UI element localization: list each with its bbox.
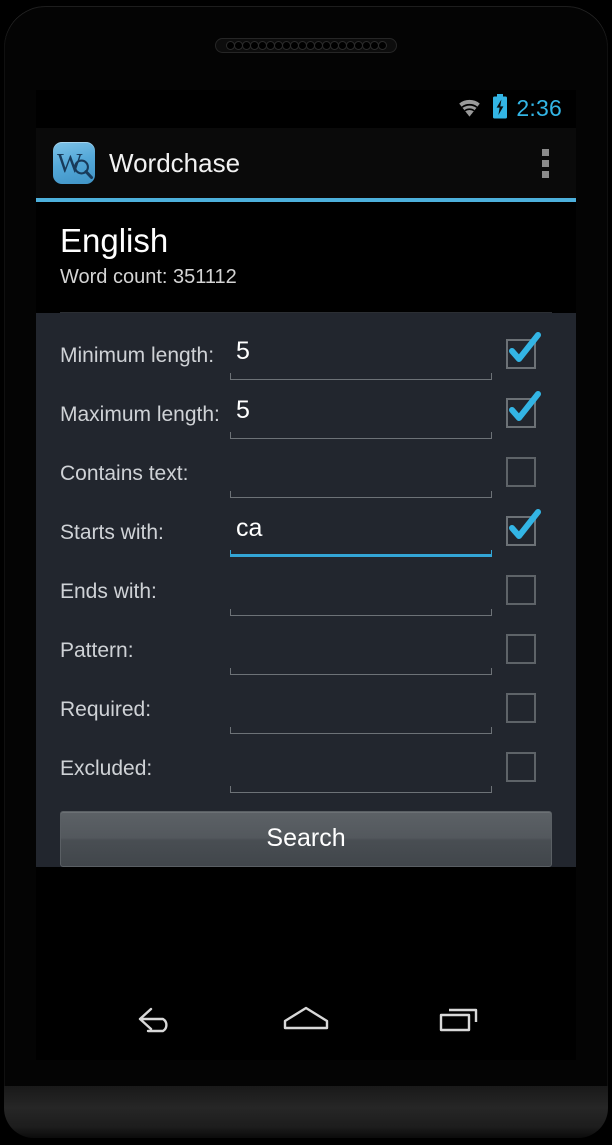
back-arrow-icon[interactable] <box>114 989 192 1049</box>
input-underline <box>230 608 492 616</box>
enable-checkbox[interactable] <box>506 390 541 428</box>
field-label: Starts with: <box>60 520 164 544</box>
text-input-value <box>230 626 492 656</box>
field-label: Ends with: <box>60 579 157 603</box>
enable-checkbox[interactable] <box>506 751 536 782</box>
form-row: Required: <box>36 685 576 744</box>
text-input[interactable] <box>230 626 492 675</box>
action-bar: W Wordchase <box>36 128 576 198</box>
recent-apps-icon[interactable] <box>420 989 498 1049</box>
field-label: Contains text: <box>60 461 189 485</box>
field-label: Pattern: <box>60 638 134 662</box>
search-form: Minimum length: 5 Maximum length: 5 Contains… <box>36 312 576 867</box>
field-label: Excluded: <box>60 756 153 780</box>
field-label: Minimum length: <box>60 343 215 367</box>
phone-screen: 2:36 W Wordchase English Word count: 351… <box>36 90 576 978</box>
phone-device: 2:36 W Wordchase English Word count: 351… <box>0 0 612 1145</box>
form-row: Maximum length: 5 <box>36 390 576 449</box>
text-input[interactable] <box>230 744 492 793</box>
enable-checkbox[interactable] <box>506 574 536 605</box>
wordchase-app-icon: W <box>53 142 95 184</box>
input-underline <box>230 785 492 793</box>
input-underline <box>230 431 492 439</box>
enable-checkbox[interactable] <box>506 633 536 664</box>
form-row: Excluded: <box>36 744 576 803</box>
text-input[interactable] <box>230 567 492 616</box>
status-bar: 2:36 <box>36 90 576 128</box>
text-input-value: 5 <box>236 336 250 361</box>
status-bar-clock: 2:36 <box>516 94 562 121</box>
form-row: Contains text: <box>36 449 576 508</box>
search-button[interactable]: Search <box>60 810 552 867</box>
home-icon[interactable] <box>267 989 345 1049</box>
input-underline <box>230 549 492 557</box>
input-underline <box>230 726 492 734</box>
form-row: Pattern: <box>36 626 576 685</box>
app-title: Wordchase <box>109 148 241 178</box>
search-button-wrap: Search <box>36 803 576 867</box>
text-input-value <box>230 449 492 479</box>
phone-chin <box>4 1086 608 1138</box>
input-underline <box>230 372 492 380</box>
wifi-icon <box>456 96 483 122</box>
text-input-value: ca <box>236 513 263 538</box>
language-header: English Word count: 351112 <box>36 202 576 313</box>
text-input[interactable] <box>230 685 492 734</box>
enable-checkbox[interactable] <box>506 456 536 487</box>
form-row: Ends with: <box>36 567 576 626</box>
language-name: English <box>60 222 169 259</box>
enable-checkbox[interactable] <box>506 331 541 369</box>
earpiece-speaker <box>215 38 397 53</box>
enable-checkbox[interactable] <box>506 508 541 546</box>
text-input-value <box>230 567 492 597</box>
text-input[interactable]: ca <box>230 508 492 557</box>
form-row: Minimum length: 5 <box>36 331 576 390</box>
text-input[interactable]: 5 <box>230 331 492 380</box>
text-input-value <box>230 685 492 715</box>
input-underline <box>230 667 492 675</box>
text-input[interactable] <box>230 449 492 498</box>
input-underline <box>230 490 492 498</box>
text-input-value: 5 <box>236 395 250 420</box>
navigation-bar <box>36 978 576 1060</box>
enable-checkbox[interactable] <box>506 692 536 723</box>
text-input-value <box>230 744 492 774</box>
field-label: Maximum length: <box>60 402 220 426</box>
word-count-label: Word count: 351112 <box>60 265 237 288</box>
field-label: Required: <box>60 697 152 721</box>
battery-charging-icon <box>492 94 508 124</box>
overflow-menu-icon[interactable] <box>528 141 562 185</box>
form-row: Starts with: ca <box>36 508 576 567</box>
text-input[interactable]: 5 <box>230 390 492 439</box>
